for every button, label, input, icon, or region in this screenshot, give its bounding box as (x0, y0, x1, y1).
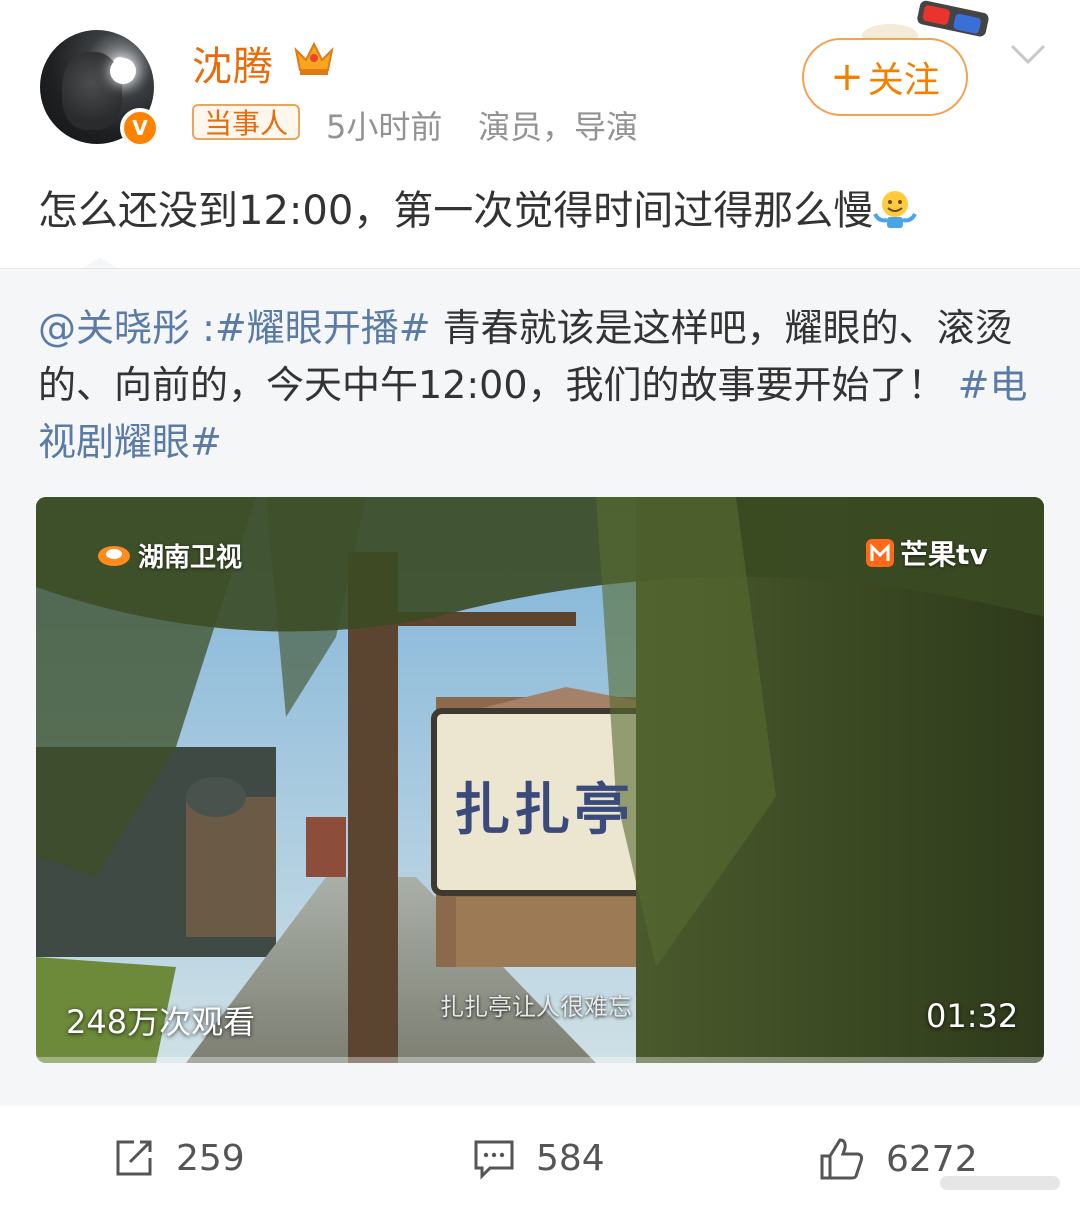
post-body: 怎么还没到12:00，第一次觉得时间过得那么慢 (38, 188, 874, 234)
repost-icon (116, 1140, 152, 1176)
video-progress-bar (36, 1057, 1044, 1063)
status-badge: 当事人 (192, 104, 301, 140)
follow-label: 关注 (867, 60, 940, 101)
comment-icon (474, 1140, 514, 1180)
repost-text: @关晓彤 :#耀眼开播# 青春就该是这样吧，耀眼的、滚烫的、向前的，今天中午12… (38, 300, 1048, 471)
comment-count: 584 (536, 1137, 605, 1179)
channel-logo-left: 湖南卫视 (96, 537, 242, 574)
channel-right-label: 芒果tv (900, 538, 988, 571)
channel-logo-right: 芒果tv (864, 533, 988, 573)
crown-icon (294, 41, 334, 75)
like-icon (820, 1138, 864, 1180)
post-time: 5小时前 (326, 108, 443, 146)
user-role: 演员，导演 (478, 108, 639, 146)
verified-v-icon: V (120, 108, 160, 148)
view-count: 248万次观看 (66, 1003, 256, 1041)
sign-text: 扎扎亭 (454, 778, 634, 843)
hunan-tv-logo-icon (98, 545, 130, 566)
video-player[interactable]: 扎扎亭 湖南卫视 芒果tv 248万次观看 扎扎亭让人很难忘 01:32 (36, 497, 1044, 1063)
avatar-light (110, 58, 136, 84)
action-bar: 259 584 6272 (0, 1106, 1080, 1210)
username[interactable]: 沈腾 (192, 34, 274, 92)
channel-left-label: 湖南卫视 (138, 543, 243, 573)
post-text: 怎么还没到12:00，第一次觉得时间过得那么慢 (38, 178, 918, 236)
mention-sep: : (190, 306, 215, 350)
watermark-blur (940, 1176, 1060, 1190)
post-card: V 沈腾 当事人 5小时前 演员，导演 + 关注 怎么还没到12:00，第一次觉得… (0, 0, 1080, 268)
repost-button[interactable]: 259 (112, 1136, 245, 1180)
comment-button[interactable]: 584 (472, 1136, 605, 1180)
video-subtitle: 扎扎亭让人很难忘 (440, 993, 632, 1021)
chevron-down-icon[interactable] (1008, 40, 1048, 70)
smile-emoji-icon (873, 191, 918, 228)
video-duration: 01:32 (926, 997, 1019, 1035)
hashtag-link[interactable]: #耀眼开播# (215, 306, 431, 350)
mango-tv-logo-icon (866, 539, 894, 567)
follow-button[interactable]: + 关注 (802, 38, 968, 116)
mention-link[interactable]: @关晓彤 (38, 306, 190, 350)
repost-count: 259 (176, 1137, 245, 1179)
